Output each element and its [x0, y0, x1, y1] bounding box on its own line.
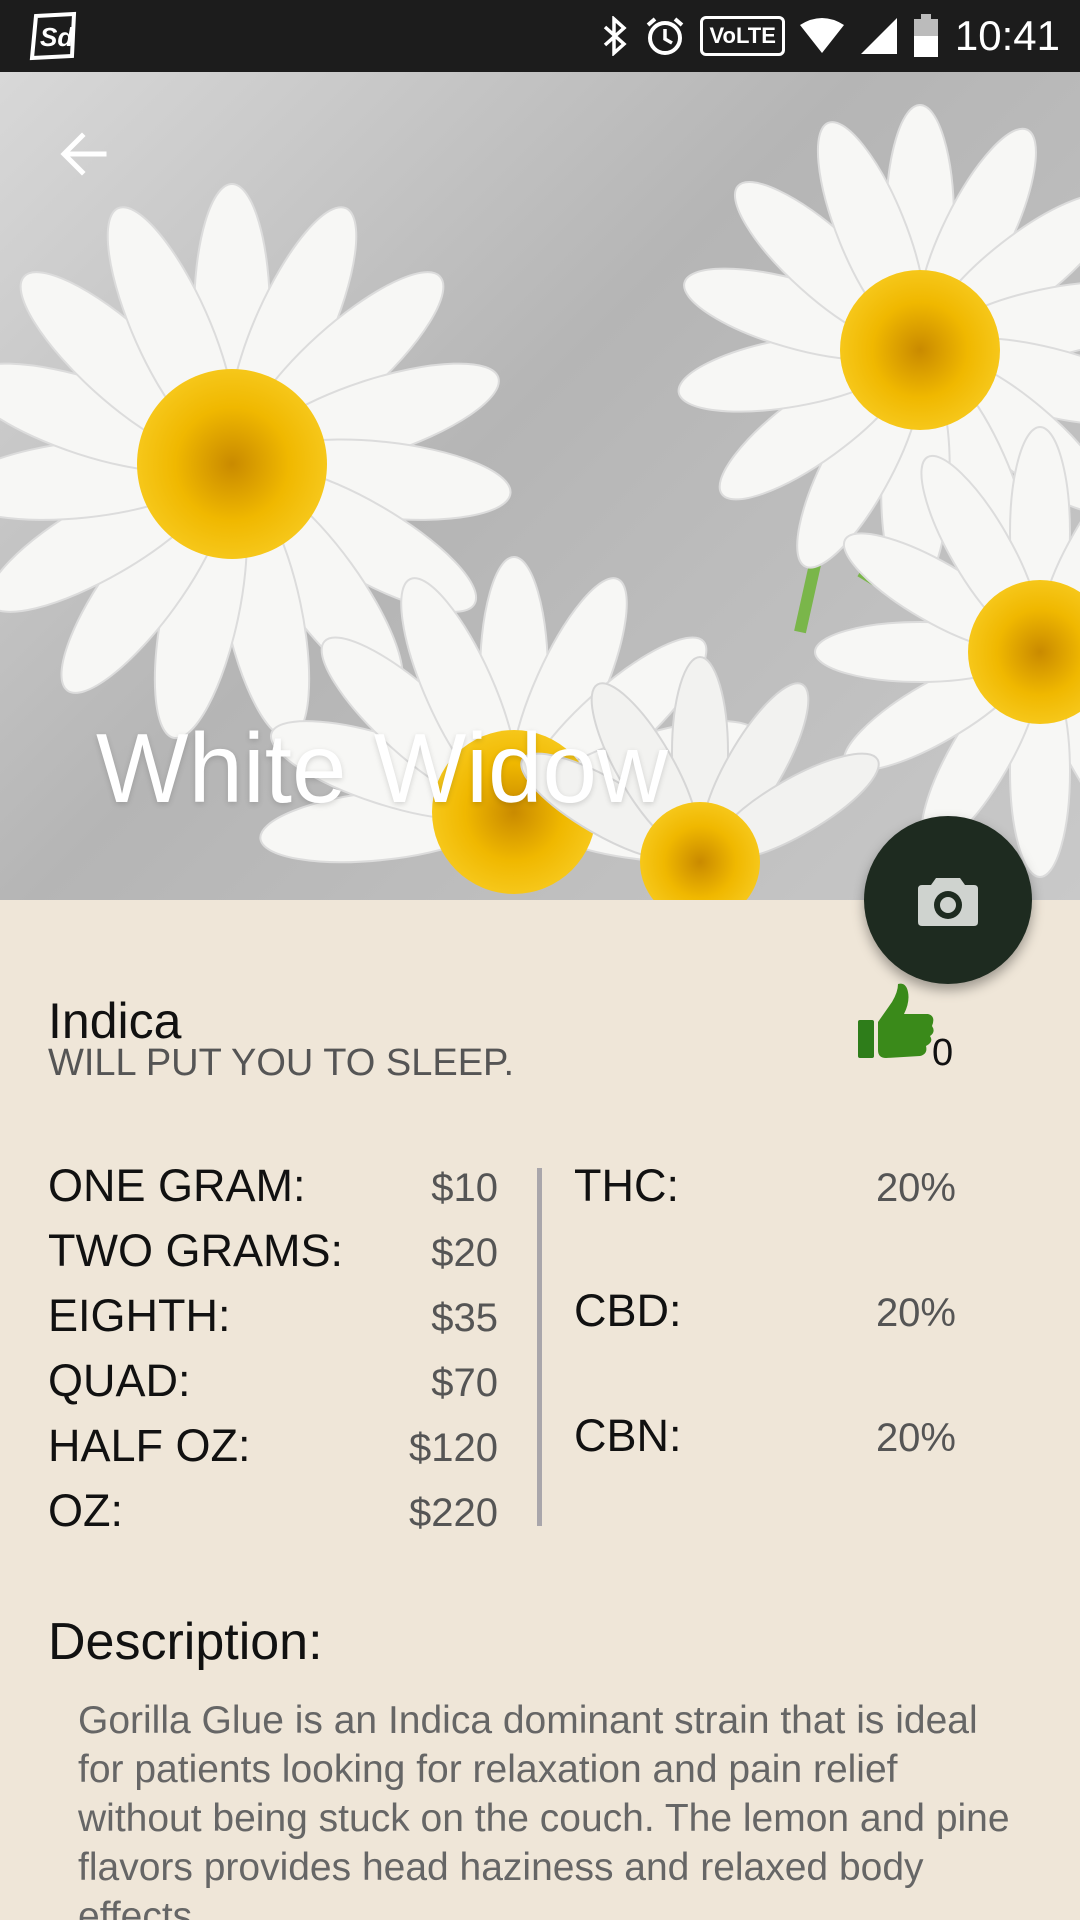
- cannabinoid-list: THC: 20% CBD: 20% CBN: 20%: [574, 1160, 956, 1535]
- cannabinoid-row: CBN: 20%: [574, 1410, 956, 1535]
- camera-icon: [918, 878, 978, 926]
- price-label: HALF OZ:: [48, 1420, 251, 1471]
- thumbs-up-icon: [858, 983, 934, 1058]
- status-time: 10:41: [954, 12, 1060, 59]
- price-row: EIGHTH: $35: [48, 1290, 498, 1355]
- camera-button[interactable]: [864, 816, 1032, 984]
- strain-tagline: WILL PUT YOU TO SLEEP.: [48, 1042, 515, 1084]
- cannabinoid-value: 20%: [875, 1291, 956, 1335]
- cannabinoid-value: 20%: [875, 1166, 956, 1210]
- like-count: 0: [932, 1032, 954, 1074]
- description-title: Description:: [48, 1613, 323, 1671]
- price-row: TWO GRAMS: $20: [48, 1225, 498, 1290]
- hero-image: White Widow: [0, 72, 1080, 900]
- price-value: $10: [431, 1166, 498, 1210]
- svg-text:Sd: Sd: [40, 22, 74, 52]
- arrow-left-icon: [60, 132, 107, 176]
- cannabinoid-label: THC:: [574, 1160, 679, 1211]
- price-label: ONE GRAM:: [48, 1160, 306, 1211]
- strain-detail-screen: Sd VoLTE 10:41 White Widow Indica WILL P…: [0, 0, 1080, 1920]
- cannabinoid-value: 20%: [875, 1416, 956, 1460]
- wifi-icon: [799, 17, 845, 55]
- volte-label: VoLTE: [700, 16, 785, 56]
- price-value: $20: [431, 1231, 498, 1275]
- price-row: HALF OZ: $120: [48, 1420, 498, 1485]
- app-logo-icon: Sd: [28, 10, 80, 62]
- price-label: QUAD:: [48, 1355, 191, 1406]
- back-button[interactable]: [48, 118, 120, 190]
- price-row: OZ: $220: [48, 1485, 498, 1550]
- price-row: ONE GRAM: $10: [48, 1160, 498, 1225]
- price-label: OZ:: [48, 1485, 123, 1536]
- price-label: EIGHTH:: [48, 1290, 231, 1341]
- description-body: Gorilla Glue is an Indica dominant strai…: [78, 1699, 1010, 1920]
- strain-name-title: White Widow: [96, 713, 668, 823]
- battery-icon: [913, 14, 939, 58]
- cannabinoid-label: CBD:: [574, 1285, 682, 1336]
- cannabinoid-row: CBD: 20%: [574, 1285, 956, 1410]
- cannabinoid-label: CBN:: [574, 1410, 682, 1461]
- cannabinoid-row: THC: 20%: [574, 1160, 956, 1285]
- price-list: ONE GRAM: $10 TWO GRAMS: $20 EIGHTH: $35…: [48, 1160, 498, 1550]
- alarm-icon: [644, 15, 686, 57]
- signal-icon: [859, 16, 899, 56]
- bluetooth-icon: [600, 16, 630, 56]
- price-value: $35: [431, 1296, 498, 1340]
- price-row: QUAD: $70: [48, 1355, 498, 1420]
- volte-icon: VoLTE: [700, 16, 785, 56]
- price-value: $220: [409, 1491, 498, 1535]
- column-divider: [537, 1168, 542, 1526]
- status-bar: Sd VoLTE 10:41: [0, 0, 1080, 72]
- price-value: $70: [431, 1361, 498, 1405]
- price-value: $120: [409, 1426, 498, 1470]
- price-label: TWO GRAMS:: [48, 1225, 343, 1276]
